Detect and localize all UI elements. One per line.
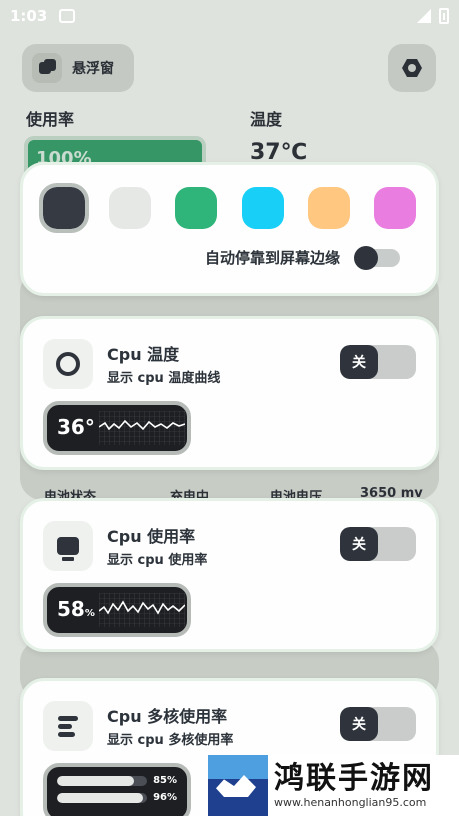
- cpu-multicore-toggle[interactable]: 关: [340, 707, 416, 741]
- temperature-label: 温度: [250, 110, 283, 129]
- cpu-temperature-toggle[interactable]: 关: [340, 345, 416, 379]
- temperature-graph: [99, 411, 185, 445]
- cpu-multicore-subtitle: 显示 cpu 多核使用率: [107, 733, 234, 748]
- core-bar: 96%: [57, 792, 177, 803]
- bars-icon: [58, 715, 78, 737]
- cpu-temperature-subtitle: 显示 cpu 温度曲线: [107, 371, 221, 386]
- settings-button[interactable]: [388, 44, 436, 92]
- float-window-label: 悬浮窗: [72, 61, 114, 77]
- color-swatch-pink[interactable]: [373, 187, 416, 229]
- color-swatch-orange[interactable]: [307, 187, 350, 229]
- color-swatch-light-gray[interactable]: [109, 187, 152, 229]
- watermark-logo: [208, 755, 268, 816]
- cpu-usage-title: Cpu 使用率: [107, 527, 196, 546]
- cpu-multicore-icon-box: [43, 701, 93, 751]
- cpu-usage-card: Cpu 使用率 显示 cpu 使用率 关 58%: [20, 498, 439, 652]
- battery-icon: [439, 8, 449, 24]
- toggle-label: 关: [340, 345, 378, 379]
- toggle-label: 关: [340, 707, 378, 741]
- cpu-temperature-icon-box: [43, 339, 93, 389]
- status-time: 1:03: [10, 7, 48, 25]
- color-swatch-green[interactable]: [175, 187, 218, 229]
- preview-value: 58%: [57, 597, 95, 621]
- color-swatch-dark[interactable]: [39, 183, 89, 233]
- auto-dock-toggle[interactable]: [354, 245, 400, 270]
- usage-label: 使用率: [26, 110, 75, 129]
- preview-value: 36°: [57, 415, 95, 439]
- core-percent: 96%: [153, 792, 177, 803]
- cpu-usage-preview: 58%: [43, 583, 191, 637]
- monitor-icon: [57, 537, 79, 561]
- cpu-temperature-title: Cpu 温度: [107, 345, 180, 364]
- cpu-temperature-card: Cpu 温度 显示 cpu 温度曲线 关 36°: [20, 316, 439, 470]
- float-window-icon: [32, 53, 62, 83]
- cpu-multicore-preview: 85% 96%: [43, 763, 191, 816]
- core-percent: 85%: [153, 775, 177, 786]
- notification-icon: [59, 9, 76, 23]
- core-bar: 85%: [57, 775, 177, 786]
- ring-icon: [56, 352, 80, 376]
- cpu-temperature-preview: 36°: [43, 401, 191, 455]
- float-window-button[interactable]: 悬浮窗: [22, 44, 134, 92]
- watermark: 鸿联手游网 www.henanhonglian95.com: [208, 755, 459, 816]
- usage-graph: [99, 593, 185, 627]
- toggle-label: 关: [340, 527, 378, 561]
- signal-icon: [417, 9, 431, 23]
- color-swatch-cyan[interactable]: [241, 187, 284, 229]
- toggle-knob: [354, 245, 378, 270]
- color-swatches: [39, 183, 416, 233]
- cpu-usage-toggle[interactable]: 关: [340, 527, 416, 561]
- auto-dock-label: 自动停靠到屏幕边缘: [204, 249, 340, 267]
- color-picker-card: 自动停靠到屏幕边缘: [20, 162, 439, 296]
- watermark-url: www.henanhonglian95.com: [274, 796, 427, 809]
- status-bar: 1:03: [0, 0, 459, 32]
- cpu-usage-subtitle: 显示 cpu 使用率: [107, 553, 208, 568]
- auto-dock-row: 自动停靠到屏幕边缘: [204, 245, 400, 270]
- cpu-multicore-title: Cpu 多核使用率: [107, 707, 228, 726]
- cpu-usage-icon-box: [43, 521, 93, 571]
- watermark-title: 鸿联手游网: [274, 761, 434, 796]
- gear-icon: [402, 59, 422, 77]
